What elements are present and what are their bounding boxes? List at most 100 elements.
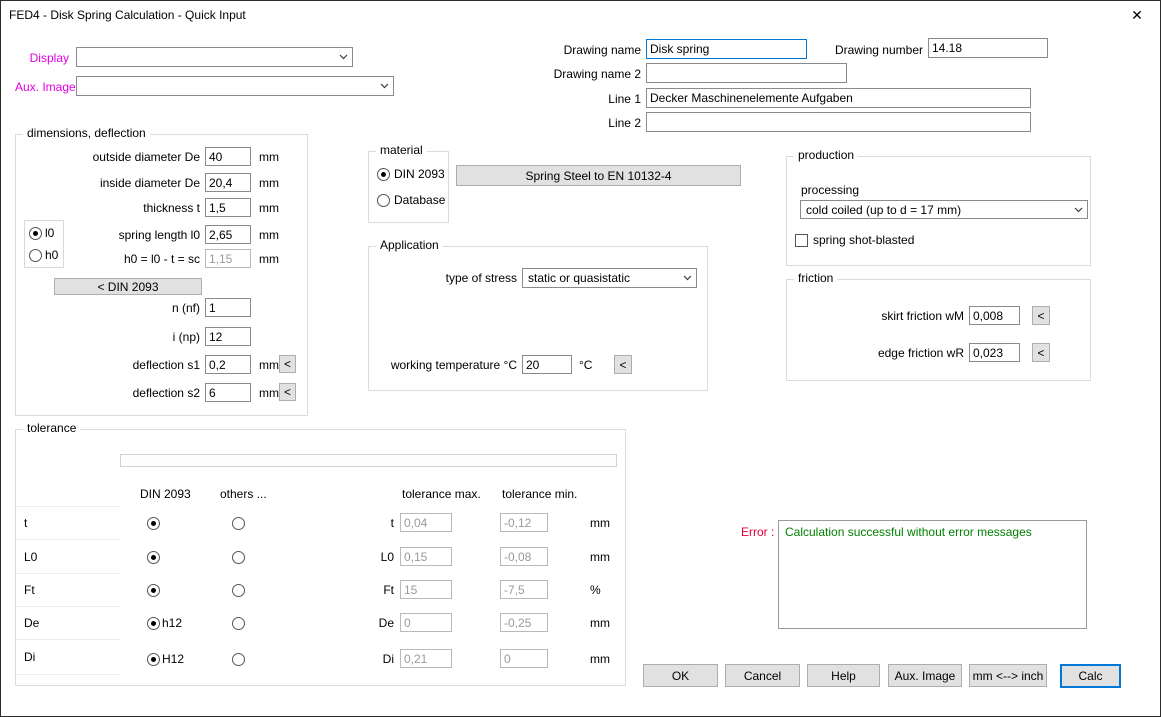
working-temperature-input[interactable] — [522, 355, 572, 374]
dimensions-group: dimensions, deflection outside diameter … — [15, 134, 308, 416]
tolerance-t-max-input[interactable] — [400, 513, 452, 532]
aux-image-button[interactable]: Aux. Image — [888, 664, 962, 687]
thickness-input[interactable] — [205, 198, 251, 217]
tolerance-row-name: L0 — [16, 540, 120, 574]
aux-image-dropdown[interactable] — [76, 76, 394, 96]
tolerance-de-max-input[interactable] — [400, 613, 452, 632]
display-dropdown[interactable] — [76, 47, 353, 67]
aux-image-label: Aux. Image — [15, 80, 76, 94]
processing-value: cold coiled (up to d = 17 mm) — [806, 203, 1070, 217]
tolerance-row-name: Di — [16, 640, 120, 675]
tolerance-t-din-radio[interactable] — [147, 517, 160, 530]
deflection-s2-pick-button[interactable]: < — [279, 383, 296, 401]
line1-input[interactable] — [646, 88, 1031, 108]
processing-dropdown[interactable]: cold coiled (up to d = 17 mm) — [800, 200, 1088, 219]
deflection-s2-input[interactable] — [205, 383, 251, 402]
material-din2093-option[interactable]: DIN 2093 — [377, 167, 445, 181]
tolerance-group: tolerance DIN 2093 others ... tolerance … — [15, 429, 626, 686]
tolerance-ft-max-input[interactable] — [400, 580, 452, 599]
close-button[interactable]: ✕ — [1122, 4, 1152, 26]
drawing-name-label: Drawing name — [541, 43, 641, 57]
type-of-stress-value: static or quasistatic — [528, 271, 679, 285]
tolerance-ft-field-label: Ft — [346, 583, 394, 597]
outside-diameter-input[interactable] — [205, 147, 251, 166]
spring-length-input[interactable] — [205, 225, 251, 244]
tolerance-col-min: tolerance min. — [502, 487, 577, 501]
tolerance-di-max-input[interactable] — [400, 649, 452, 668]
tolerance-di-din-radio[interactable] — [147, 653, 160, 666]
calc-button[interactable]: Calc — [1060, 664, 1121, 688]
tolerance-di-others-radio[interactable] — [232, 653, 245, 666]
drawing-number-input[interactable] — [928, 38, 1048, 58]
error-message-text: Calculation successful without error mes… — [785, 525, 1032, 539]
tolerance-di-min-input[interactable] — [500, 649, 548, 668]
tolerance-t-others-radio[interactable] — [232, 517, 245, 530]
chevron-down-icon — [1070, 201, 1087, 218]
tolerance-de-unit: mm — [590, 616, 610, 630]
mm-inch-toggle-button[interactable]: mm <--> inch — [969, 664, 1047, 687]
deflection-s2-unit: mm — [259, 386, 279, 400]
tolerance-row-name: Ft — [16, 574, 120, 607]
i-np-input[interactable] — [205, 327, 251, 346]
ok-button[interactable]: OK — [643, 664, 718, 687]
spring-steel-button[interactable]: Spring Steel to EN 10132-4 — [456, 165, 741, 186]
tolerance-l0-unit: mm — [590, 550, 610, 564]
tolerance-ft-unit: % — [590, 583, 601, 597]
drawing-name2-input[interactable] — [646, 63, 847, 83]
material-din2093-label: DIN 2093 — [394, 167, 445, 181]
tolerance-de-din-option[interactable]: h12 — [147, 616, 182, 630]
material-din2093-radio-icon[interactable] — [377, 168, 390, 181]
cancel-button[interactable]: Cancel — [725, 664, 800, 687]
tolerance-l0-din-radio[interactable] — [147, 551, 160, 564]
help-button[interactable]: Help — [807, 664, 880, 687]
shot-blasted-option[interactable]: spring shot-blasted — [795, 233, 914, 247]
spring-length-unit: mm — [259, 228, 279, 242]
material-database-radio-icon[interactable] — [377, 194, 390, 207]
tolerance-col-max: tolerance max. — [402, 487, 481, 501]
shot-blasted-checkbox[interactable] — [795, 234, 808, 247]
line1-label: Line 1 — [581, 92, 641, 106]
tolerance-de-din-radio[interactable] — [147, 617, 160, 630]
tolerance-di-din-option[interactable]: H12 — [147, 652, 184, 666]
tolerance-di-field-label: Di — [346, 652, 394, 666]
tolerance-group-title: tolerance — [23, 421, 80, 435]
tolerance-de-min-input[interactable] — [500, 613, 548, 632]
friction-group-title: friction — [794, 271, 837, 285]
n-nf-input[interactable] — [205, 298, 251, 317]
tolerance-t-min-input[interactable] — [500, 513, 548, 532]
tolerance-l0-min-input[interactable] — [500, 547, 548, 566]
tolerance-ft-din-radio[interactable] — [147, 584, 160, 597]
tolerance-de-others-radio[interactable] — [232, 617, 245, 630]
type-of-stress-dropdown[interactable]: static or quasistatic — [522, 268, 697, 288]
drawing-name-input[interactable] — [646, 39, 807, 59]
tolerance-l0-others-radio[interactable] — [232, 551, 245, 564]
inside-diameter-input[interactable] — [205, 173, 251, 192]
close-icon: ✕ — [1131, 7, 1143, 24]
temperature-pick-button[interactable]: < — [614, 355, 632, 374]
production-group-title: production — [794, 148, 858, 162]
edge-friction-input[interactable] — [969, 343, 1020, 362]
n-nf-label: n (nf) — [16, 301, 200, 315]
deflection-s1-input[interactable] — [205, 355, 251, 374]
deflection-s2-label: deflection s2 — [16, 386, 200, 400]
deflection-s1-unit: mm — [259, 358, 279, 372]
skirt-friction-pick-button[interactable]: < — [1032, 306, 1050, 325]
din2093-takeover-button[interactable]: < DIN 2093 — [54, 278, 202, 295]
line2-input[interactable] — [646, 112, 1031, 132]
drawing-number-label: Drawing number — [829, 43, 923, 57]
i-np-label: i (np) — [16, 330, 200, 344]
edge-friction-pick-button[interactable]: < — [1032, 343, 1050, 362]
working-temperature-unit: °C — [579, 358, 592, 372]
tolerance-ft-others-radio[interactable] — [232, 584, 245, 597]
shot-blasted-label: spring shot-blasted — [813, 233, 914, 247]
tolerance-de-field-label: De — [346, 616, 394, 630]
material-database-option[interactable]: Database — [377, 193, 445, 207]
h0-calc-label: h0 = l0 - t = sc — [16, 252, 200, 266]
thickness-unit: mm — [259, 201, 279, 215]
skirt-friction-input[interactable] — [969, 306, 1020, 325]
tolerance-ft-min-input[interactable] — [500, 580, 548, 599]
processing-label: processing — [801, 183, 859, 197]
deflection-s1-pick-button[interactable]: < — [279, 355, 296, 373]
inside-diameter-label: inside diameter De — [16, 176, 200, 190]
tolerance-l0-max-input[interactable] — [400, 547, 452, 566]
